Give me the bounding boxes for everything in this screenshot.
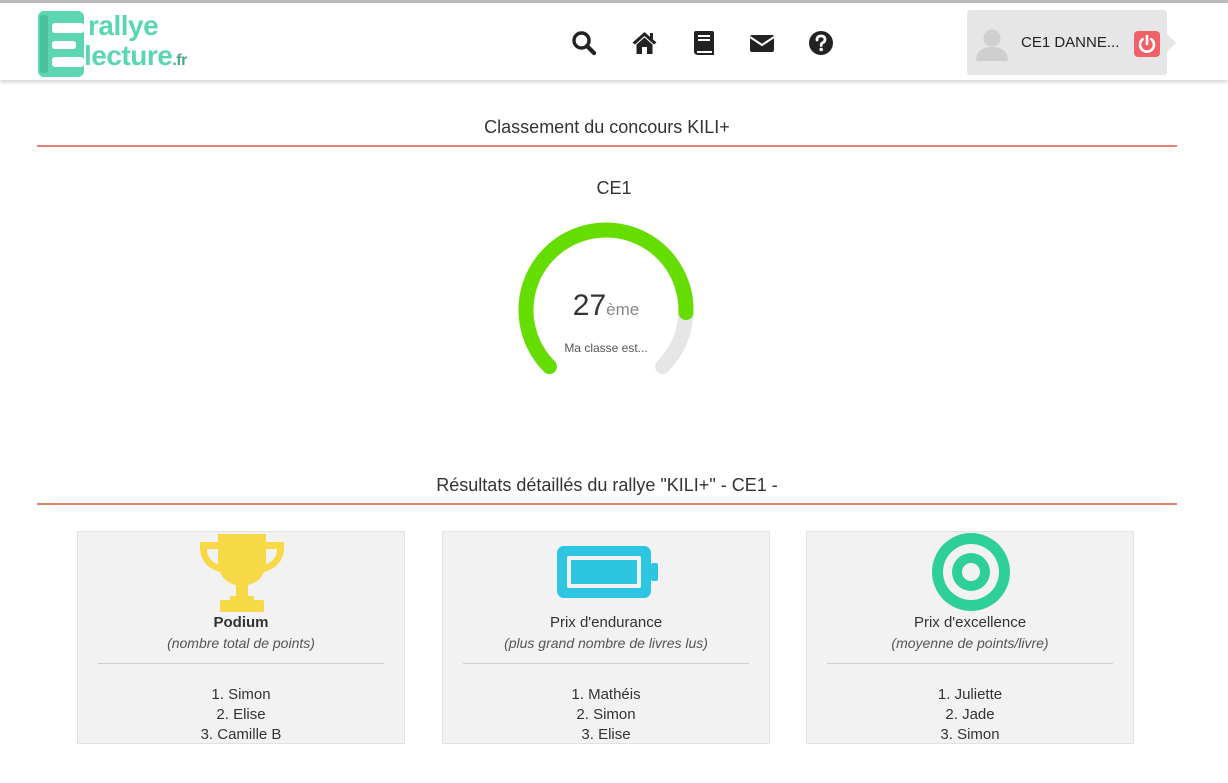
- card-entries: 1. Juliette 2. Jade 3. Simon: [807, 685, 1133, 745]
- user-name: CE1 DANNE...: [1021, 34, 1120, 51]
- card-entries: 1. Simon 2. Elise 3. Camille B: [78, 685, 404, 745]
- home-icon[interactable]: [631, 30, 657, 56]
- card-title: Prix d'endurance: [549, 614, 663, 631]
- logo-text-tld: .fr: [172, 52, 187, 69]
- endurance-card: Prix d'endurance (plus grand nombre de l…: [442, 531, 770, 744]
- rank-number: 27: [572, 289, 607, 322]
- results-divider: [37, 503, 1177, 505]
- list-item: 3. Elise: [581, 726, 631, 743]
- logo-text-lecture-word: lecture: [84, 40, 173, 71]
- excellence-card: Prix d'excellence (moyenne de points/liv…: [806, 531, 1134, 744]
- site-header: rallye lecture.fr CE1 DANNE...: [0, 3, 1228, 80]
- rank-suffix: ème: [606, 300, 640, 319]
- user-menu[interactable]: CE1 DANNE...: [967, 10, 1176, 75]
- target-icon-wrap: [807, 532, 1133, 614]
- list-item: 2. Simon: [576, 706, 636, 723]
- target-icon: [932, 533, 1010, 611]
- card-divider: [827, 663, 1113, 664]
- ranking-divider: [37, 145, 1177, 147]
- card-subtitle: (nombre total de points): [167, 635, 315, 651]
- site-logo[interactable]: rallye lecture.fr: [34, 7, 234, 81]
- trophy-icon: [199, 534, 285, 612]
- help-icon[interactable]: [808, 30, 834, 56]
- ranking-title: Classement du concours KILI+: [484, 117, 730, 137]
- podium-card: Podium (nombre total de points) 1. Simon…: [77, 531, 405, 744]
- card-subtitle: (moyenne de points/livre): [891, 635, 1049, 651]
- results-title: Résultats détaillés du rallye "KILI+" - …: [436, 475, 778, 495]
- rank-value: 27ème: [0, 289, 1212, 323]
- user-avatar-icon: [976, 29, 1008, 61]
- list-item: 3. Simon: [940, 726, 1000, 743]
- card-subtitle: (plus grand nombre de livres lus): [504, 635, 708, 651]
- logo-text-rallye: rallye: [88, 10, 159, 41]
- list-item: 2. Elise: [216, 706, 266, 723]
- list-item: 1. Juliette: [937, 686, 1003, 703]
- card-title: Podium: [213, 614, 269, 631]
- list-item: 2. Jade: [945, 706, 995, 723]
- list-item: 1. Mathéis: [571, 686, 641, 703]
- battery-icon-wrap: [443, 532, 769, 614]
- search-icon[interactable]: [571, 30, 597, 56]
- list-item: 1. Simon: [211, 686, 271, 703]
- card-divider: [98, 663, 384, 664]
- rank-caption: Ma classe est...: [564, 341, 648, 355]
- envelope-icon[interactable]: [749, 30, 775, 56]
- trophy-icon-wrap: [78, 532, 404, 614]
- logo-e-icon: [38, 11, 84, 77]
- card-entries: 1. Mathéis 2. Simon 3. Elise: [443, 685, 769, 745]
- power-icon: [1138, 34, 1156, 53]
- card-divider: [463, 663, 749, 664]
- battery-icon: [557, 546, 658, 598]
- logo-text-lecture: lecture.fr: [84, 41, 187, 76]
- list-item: 3. Camille B: [200, 726, 282, 743]
- logout-button[interactable]: [1134, 31, 1160, 57]
- card-title: Prix d'excellence: [913, 614, 1027, 631]
- book-icon[interactable]: [692, 30, 718, 56]
- class-label: CE1: [596, 178, 632, 198]
